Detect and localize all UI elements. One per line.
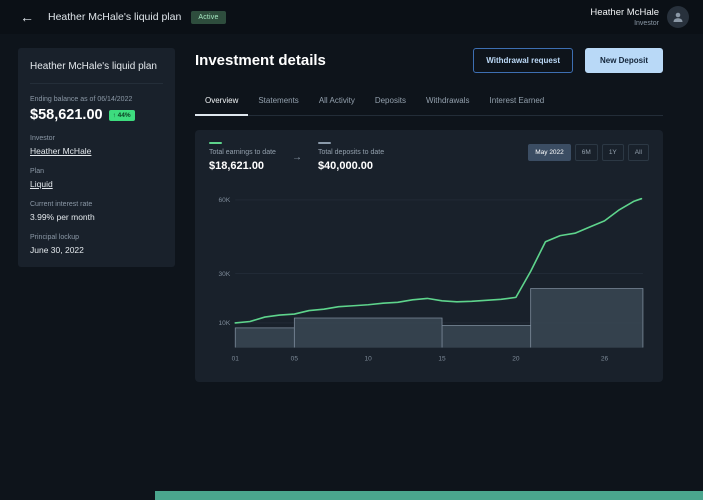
investor-label: Investor — [30, 135, 55, 142]
earnings-value: $18,621.00 — [209, 160, 265, 172]
change-badge: ↑ 44% — [108, 109, 135, 121]
principal-lockup-value: June 30, 2022 — [30, 245, 84, 255]
tab-bar: Overview Statements All Activity Deposit… — [195, 89, 663, 116]
deposits-legend: Total deposits to date $40,000.00 — [317, 142, 385, 172]
plan-title: Heather McHale's liquid plan — [30, 60, 163, 84]
tab-overview[interactable]: Overview — [195, 89, 249, 116]
svg-text:10: 10 — [365, 356, 373, 363]
svg-text:20: 20 — [512, 356, 520, 363]
interest-rate-value: 3.99% per month — [30, 212, 95, 222]
page-title: Investment details — [195, 52, 326, 69]
svg-text:01: 01 — [232, 356, 240, 363]
user-icon — [673, 12, 683, 22]
svg-text:26: 26 — [601, 356, 609, 363]
tab-interest-earned[interactable]: Interest Earned — [480, 89, 555, 116]
balance-row: $58,621.00 ↑ 44% — [30, 107, 163, 123]
ending-balance-value: $58,621.00 — [30, 107, 103, 123]
svg-text:60K: 60K — [219, 197, 231, 204]
new-deposit-button[interactable]: New Deposit — [584, 48, 663, 73]
plan-label: Plan — [30, 168, 45, 175]
earnings-legend-dash — [209, 142, 222, 144]
plan-summary-card: Heather McHale's liquid plan Ending bala… — [18, 48, 175, 267]
investor-link[interactable]: Heather McHale — [30, 146, 163, 156]
plan-link[interactable]: Liquid — [30, 179, 163, 189]
tab-all-activity[interactable]: All Activity — [309, 89, 365, 116]
avatar[interactable] — [667, 6, 689, 28]
tab-withdrawals[interactable]: Withdrawals — [416, 89, 480, 116]
earnings-legend-label: Total earnings to date — [209, 149, 276, 156]
deposits-legend-label: Total deposits to date — [317, 149, 385, 156]
period-6m-button[interactable]: 6M — [574, 144, 598, 161]
period-may-2022-button[interactable]: May 2022 — [528, 144, 571, 161]
content: Heather McHale's liquid plan Ending bala… — [0, 34, 703, 382]
svg-text:30K: 30K — [219, 271, 231, 278]
deposits-value: $40,000.00 — [317, 160, 373, 172]
chart-card: Total earnings to date $18,621.00 → Tota… — [195, 130, 663, 382]
withdrawal-request-button[interactable]: Withdrawal request — [473, 48, 573, 73]
arrow-right-icon: → — [291, 152, 302, 163]
ending-balance-label: Ending balance as of 06/14/2022 — [30, 96, 133, 103]
principal-lockup-label: Principal lockup — [30, 234, 80, 241]
main-panel: Investment details Withdrawal request Ne… — [195, 48, 663, 382]
tab-statements[interactable]: Statements — [248, 89, 308, 116]
deposits-legend-dash — [317, 142, 331, 144]
svg-text:05: 05 — [291, 356, 299, 363]
user-block: Heather McHale Investor — [590, 7, 659, 27]
main-header: Investment details Withdrawal request Ne… — [195, 48, 663, 73]
interest-rate-label: Current interest rate — [30, 201, 93, 208]
user-name: Heather McHale — [590, 7, 659, 18]
earnings-legend: Total earnings to date $18,621.00 — [209, 142, 276, 172]
status-badge: Active — [191, 10, 226, 24]
bottom-accent-bar — [155, 491, 703, 500]
svg-text:10K: 10K — [219, 320, 231, 327]
back-button[interactable]: ← — [14, 7, 40, 27]
period-selector: May 2022 6M 1Y All — [528, 144, 649, 161]
user-role: Investor — [634, 20, 659, 27]
period-1y-button[interactable]: 1Y — [601, 144, 624, 161]
chart-legend: Total earnings to date $18,621.00 → Tota… — [209, 142, 649, 172]
earnings-chart-svg: 10K 30K 60K 01 05 10 15 20 26 — [219, 197, 644, 363]
topbar-title: Heather McHale's liquid plan — [48, 11, 182, 23]
topbar: ← Heather McHale's liquid plan Active He… — [0, 0, 703, 34]
svg-text:15: 15 — [438, 356, 446, 363]
period-all-button[interactable]: All — [627, 144, 649, 161]
tab-deposits[interactable]: Deposits — [365, 89, 416, 116]
